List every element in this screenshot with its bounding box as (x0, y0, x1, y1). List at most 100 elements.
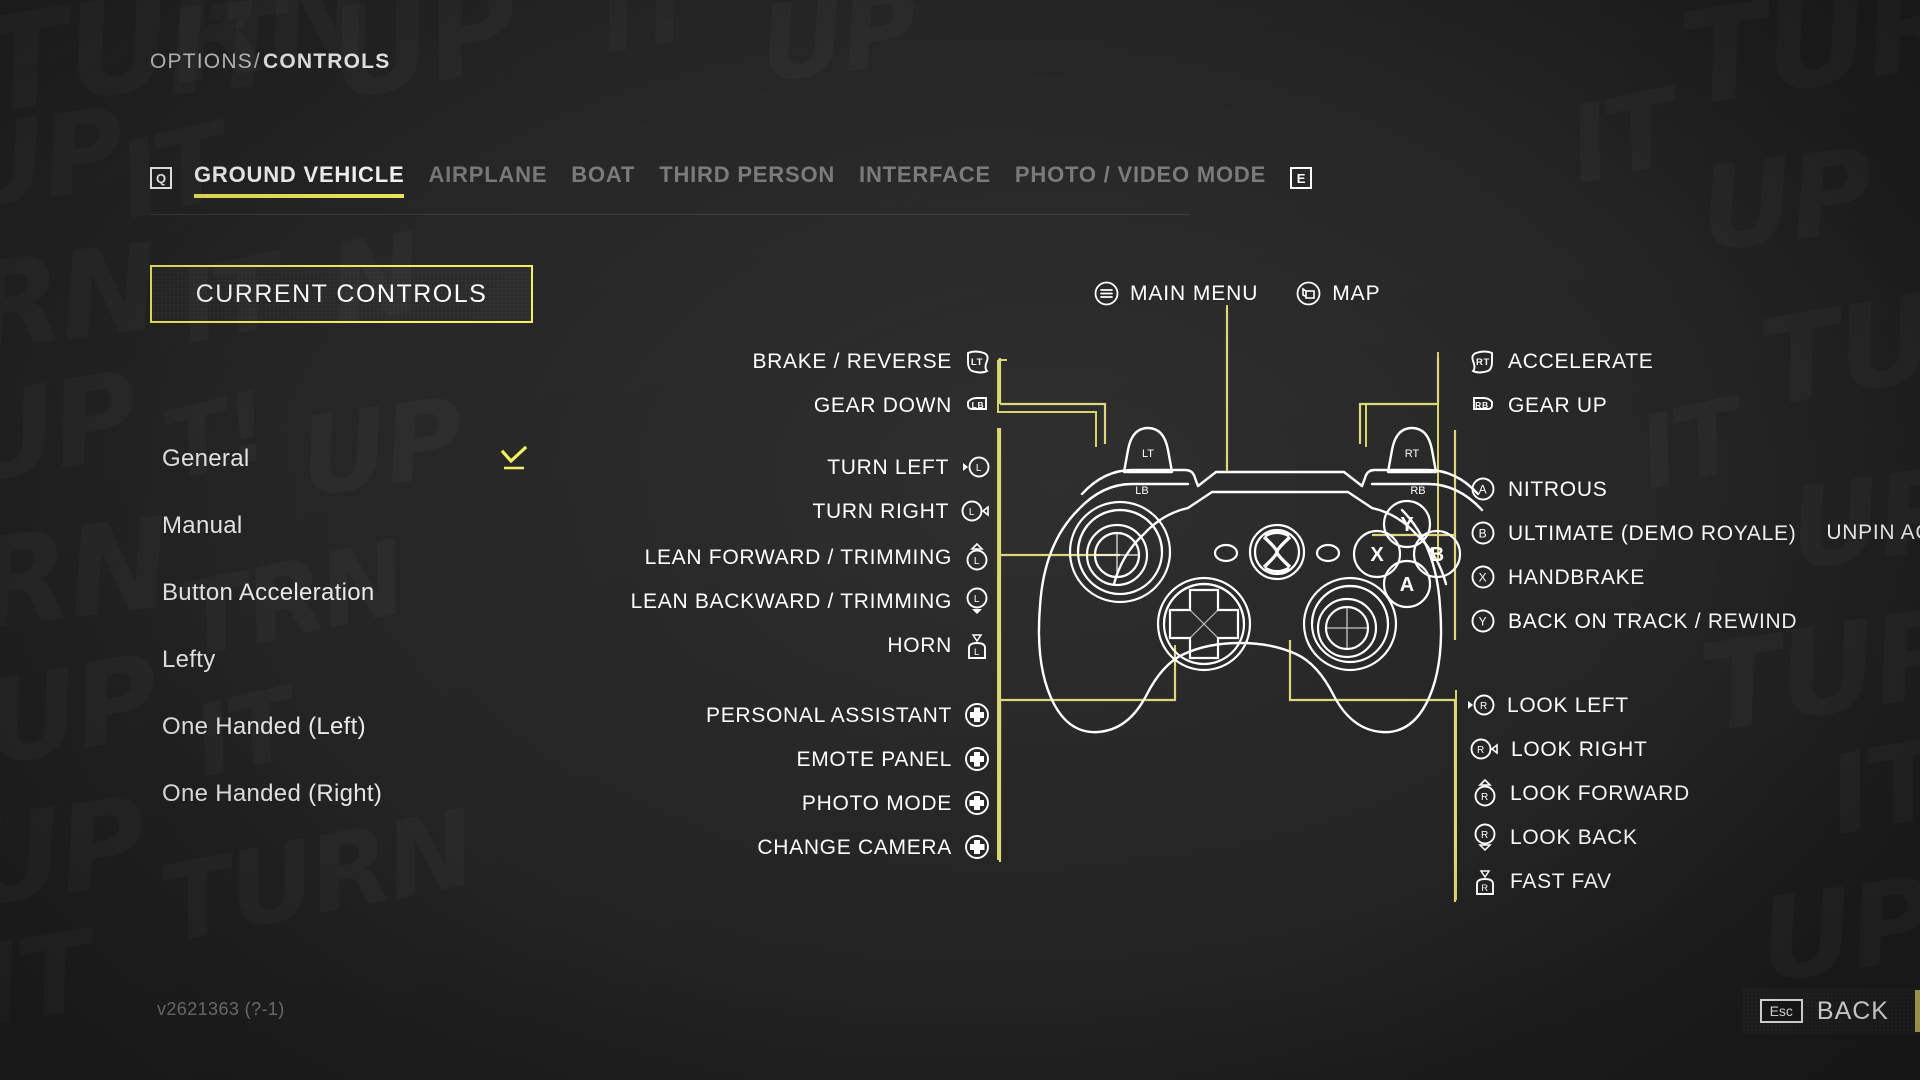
svg-text:R: R (1481, 830, 1489, 841)
binding-label: NITROUS (1508, 477, 1608, 501)
bumper-lb-icon: LB (964, 392, 990, 419)
controller-rt-label: RT (1405, 448, 1420, 460)
lstick-down-icon: L (964, 586, 990, 616)
lstick-up-icon: L (964, 542, 990, 572)
rstick-right-icon: R (1470, 736, 1499, 762)
binding-photo-mode[interactable]: PHOTO MODE (620, 790, 990, 816)
button-a-icon: A (1470, 476, 1496, 502)
controls-options-screen: TURN IT UP UP IT RN IT N UP T! UP RN TRN… (0, 0, 1920, 1080)
button-y-icon: Y (1470, 608, 1496, 634)
binding-label: ULTIMATE (DEMO ROYALE) (1508, 521, 1797, 545)
binding-look-right[interactable]: R LOOK RIGHT (1470, 736, 1648, 762)
binding-gear-down[interactable]: GEAR DOWN LB (600, 392, 990, 419)
binding-accelerate[interactable]: RT ACCELERATE (1470, 348, 1653, 375)
binding-label: TURN RIGHT (812, 499, 949, 523)
trigger-rt-icon: RT (1470, 348, 1496, 375)
rstick-down-icon: R (1472, 822, 1498, 852)
lstick-left-icon: L (961, 454, 990, 480)
face-button-a-label: A (1400, 574, 1414, 596)
binding-handbrake[interactable]: X HANDBRAKE (1470, 564, 1645, 590)
svg-text:L: L (974, 647, 980, 658)
svg-text:L: L (976, 463, 982, 474)
svg-text:LB: LB (972, 400, 985, 410)
button-b-icon: B (1470, 520, 1496, 546)
xbox-controller-illustration: Y X B A LT RT LB RB (1037, 426, 1484, 734)
binding-label: PHOTO MODE (801, 791, 952, 815)
binding-label: FAST FAV (1510, 869, 1612, 893)
binding-personal-assistant[interactable]: PERSONAL ASSISTANT (560, 702, 990, 728)
svg-text:R: R (1481, 883, 1489, 894)
binding-label: BACK ON TRACK / REWIND (1508, 609, 1798, 633)
binding-turn-left[interactable]: TURN LEFT L (540, 454, 990, 480)
main-menu-label[interactable]: MAIN MENU (1130, 282, 1258, 306)
binding-label: GEAR DOWN (813, 394, 952, 417)
binding-nitrous[interactable]: A NITROUS (1470, 476, 1607, 502)
binding-label: HORN (887, 633, 952, 657)
binding-look-forward[interactable]: R LOOK FORWARD (1472, 778, 1690, 808)
binding-gear-up[interactable]: RB GEAR UP (1470, 392, 1607, 419)
rstick-up-icon: R (1472, 778, 1498, 808)
binding-lean-forward[interactable]: LEAN FORWARD / TRIMMING L (500, 542, 990, 572)
svg-text:L: L (974, 594, 980, 605)
version-label: v2621363 (?-1) (157, 999, 285, 1019)
top-center-bindings: MAIN MENU MAP (1094, 281, 1380, 306)
rstick-press-icon: R (1472, 866, 1498, 896)
binding-extra-note: UNPIN ACT (1826, 521, 1920, 544)
controller-rb-label: RB (1410, 485, 1425, 497)
binding-label: LOOK LEFT (1507, 693, 1629, 717)
binding-back-on-track[interactable]: Y BACK ON TRACK / REWIND (1470, 608, 1797, 634)
back-label: BACK (1816, 996, 1889, 1025)
face-button-b-label: B (1430, 544, 1444, 566)
svg-text:R: R (1481, 792, 1489, 803)
binding-emote-panel[interactable]: EMOTE PANEL (620, 746, 990, 772)
face-button-y-label: Y (1400, 514, 1414, 536)
back-button[interactable]: Esc BACK (1741, 988, 1920, 1034)
lstick-press-icon: L (964, 630, 990, 660)
bumper-rb-icon: RB (1470, 392, 1496, 419)
svg-text:B: B (1479, 527, 1488, 541)
menu-icon (1094, 281, 1119, 306)
svg-text:R: R (1480, 701, 1488, 712)
binding-label: LEAN FORWARD / TRIMMING (644, 545, 952, 569)
binding-fast-fav[interactable]: R FAST FAV (1472, 866, 1612, 896)
binding-label: EMOTE PANEL (796, 747, 952, 771)
dpad-right-icon (964, 834, 990, 860)
map-icon (1296, 281, 1321, 306)
controller-diagram: Y X B A LT RT LB RB MAIN MENU MAP BRAKE … (0, 0, 1920, 1080)
map-label[interactable]: MAP (1332, 282, 1380, 306)
svg-text:LT: LT (971, 357, 983, 368)
binding-label: PERSONAL ASSISTANT (706, 703, 952, 727)
binding-turn-right[interactable]: TURN RIGHT L (540, 498, 990, 524)
back-accent-bar (1915, 990, 1920, 1032)
binding-label: CHANGE CAMERA (757, 835, 952, 859)
svg-text:X: X (1479, 571, 1488, 585)
binding-label: LOOK BACK (1510, 825, 1638, 849)
binding-label: LEAN BACKWARD / TRIMMING (630, 589, 952, 613)
dpad-down-icon (964, 746, 990, 772)
svg-text:L: L (969, 507, 975, 518)
rstick-left-icon: R (1466, 692, 1495, 718)
binding-lean-backward[interactable]: LEAN BACKWARD / TRIMMING L (500, 586, 990, 616)
binding-label: GEAR UP (1508, 394, 1608, 417)
binding-look-left[interactable]: R LOOK LEFT (1466, 692, 1629, 718)
svg-text:RB: RB (1475, 400, 1489, 410)
esc-key-badge[interactable]: Esc (1759, 998, 1803, 1024)
svg-text:Y: Y (1479, 615, 1488, 629)
binding-change-camera[interactable]: CHANGE CAMERA (620, 834, 990, 860)
svg-text:R: R (1477, 745, 1485, 756)
controller-lt-label: LT (1142, 448, 1154, 460)
button-x-icon: X (1470, 564, 1496, 590)
binding-ultimate[interactable]: B ULTIMATE (DEMO ROYALE) UNPIN ACT (1470, 520, 1920, 546)
binding-brake-reverse[interactable]: BRAKE / REVERSE LT (600, 348, 990, 375)
trigger-lt-icon: LT (964, 348, 990, 375)
dpad-up-icon (964, 702, 990, 728)
binding-horn[interactable]: HORN L (700, 630, 990, 660)
binding-label: LOOK RIGHT (1511, 737, 1648, 761)
binding-label: BRAKE / REVERSE (752, 350, 952, 373)
binding-look-back[interactable]: R LOOK BACK (1472, 822, 1638, 852)
svg-text:RT: RT (1476, 357, 1490, 368)
svg-text:A: A (1479, 483, 1488, 497)
face-button-x-label: X (1370, 544, 1384, 566)
lstick-right-icon: L (961, 498, 990, 524)
binding-label: HANDBRAKE (1508, 565, 1645, 589)
